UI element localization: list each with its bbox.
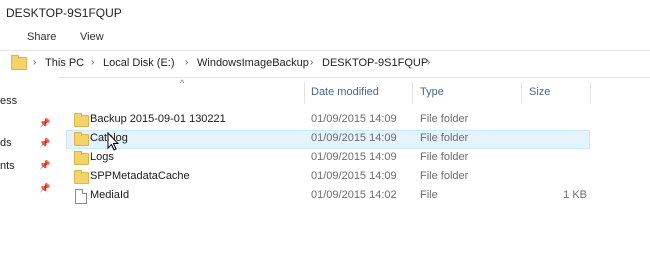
- file-name: SPPMetadataCache: [90, 170, 190, 182]
- chevron-right-icon[interactable]: ›: [33, 57, 36, 68]
- mouse-cursor-icon: [107, 132, 119, 151]
- folder-icon: [74, 132, 89, 146]
- file-type: File folder: [420, 113, 469, 125]
- pin-icon: 📌: [39, 160, 51, 170]
- file-row[interactable]: Catalog 01/09/2015 14:09 File folder: [66, 130, 590, 149]
- title-bar: DESKTOP-9S1FQUP: [0, 0, 650, 26]
- chevron-right-icon[interactable]: ›: [185, 57, 188, 68]
- ribbon: Share View: [0, 26, 650, 48]
- file-icon: [75, 189, 87, 204]
- file-size: 1 KB: [563, 189, 587, 201]
- file-type: File: [420, 189, 438, 201]
- folder-icon: [74, 113, 89, 127]
- pin-icon: 📌: [39, 183, 51, 193]
- breadcrumb-desktop[interactable]: DESKTOP-9S1FQUP: [322, 57, 428, 69]
- chevron-right-icon[interactable]: ›: [427, 57, 430, 68]
- file-name: MediaId: [90, 189, 130, 201]
- file-date: 01/09/2015 14:09: [311, 132, 397, 144]
- sort-up-icon: ^: [180, 78, 185, 88]
- column-header-date[interactable]: Date modified: [311, 86, 379, 98]
- window-title: DESKTOP-9S1FQUP: [6, 6, 122, 20]
- file-type: File folder: [420, 151, 469, 163]
- tab-share[interactable]: Share: [27, 31, 56, 43]
- file-name: Backup 2015-09-01 130221: [90, 113, 226, 125]
- folder-icon: [74, 151, 89, 165]
- file-type: File folder: [420, 132, 469, 144]
- column-divider[interactable]: [590, 82, 591, 104]
- file-date: 01/09/2015 14:09: [311, 151, 397, 163]
- file-date: 01/09/2015 14:09: [311, 170, 397, 182]
- navigation-pane: ess 📌 ds 📌 nts 📌 📌: [0, 76, 58, 273]
- address-bar[interactable]: › This PC › Local Disk (E:) › WindowsIma…: [0, 50, 650, 78]
- pin-icon: 📌: [39, 118, 51, 128]
- breadcrumb-local-disk[interactable]: Local Disk (E:): [103, 57, 175, 69]
- column-divider[interactable]: [521, 82, 522, 104]
- column-header-size[interactable]: Size: [529, 86, 550, 98]
- file-type: File folder: [420, 170, 469, 182]
- folder-icon: [74, 170, 89, 184]
- file-date: 01/09/2015 14:02: [311, 189, 397, 201]
- chevron-right-icon[interactable]: ›: [91, 57, 94, 68]
- breadcrumb-windowsimagebackup[interactable]: WindowsImageBackup: [197, 57, 309, 69]
- column-divider[interactable]: [412, 82, 413, 104]
- chevron-right-icon[interactable]: ›: [310, 57, 313, 68]
- column-header-type[interactable]: Type: [420, 86, 444, 98]
- column-divider[interactable]: [304, 82, 305, 104]
- file-name: Logs: [90, 151, 114, 163]
- breadcrumb-this-pc[interactable]: This PC: [45, 57, 84, 69]
- folder-icon: [11, 55, 27, 70]
- nav-item-downloads[interactable]: ds: [0, 137, 12, 149]
- tab-view[interactable]: View: [80, 31, 104, 43]
- file-row[interactable]: Backup 2015-09-01 130221 01/09/2015 14:0…: [66, 111, 590, 130]
- file-row[interactable]: Logs 01/09/2015 14:09 File folder: [66, 149, 590, 168]
- file-date: 01/09/2015 14:09: [311, 113, 397, 125]
- nav-item-documents[interactable]: nts: [0, 160, 15, 172]
- file-row[interactable]: SPPMetadataCache 01/09/2015 14:09 File f…: [66, 168, 590, 187]
- nav-item-access[interactable]: ess: [0, 95, 17, 107]
- file-row[interactable]: MediaId 01/09/2015 14:02 File 1 KB: [66, 187, 590, 206]
- pin-icon: 📌: [39, 138, 51, 148]
